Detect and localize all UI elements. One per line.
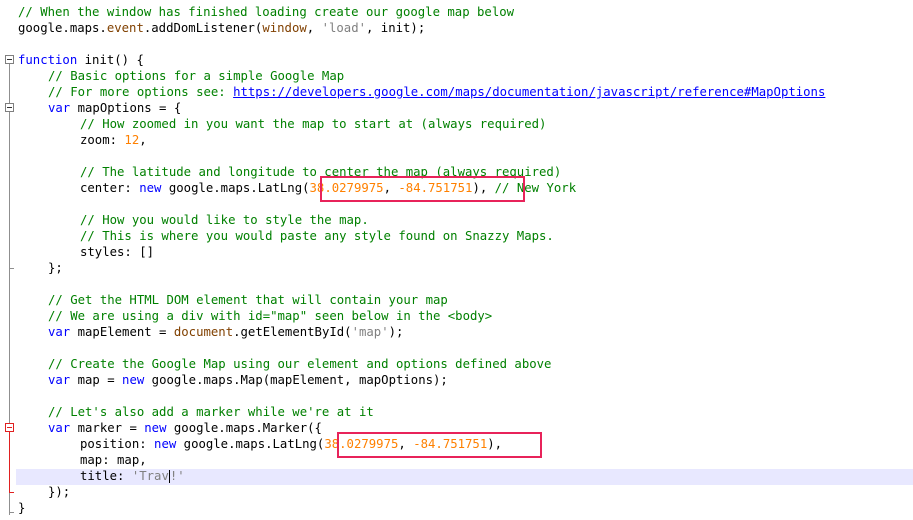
code-line: styles: [] — [80, 245, 155, 259]
fold-toggle-icon[interactable] — [5, 55, 14, 64]
coordinates-highlight-box — [337, 432, 542, 458]
code-line: } — [18, 501, 26, 515]
code-line: // Let's also add a marker while we're a… — [48, 405, 374, 419]
code-line: // Create the Google Map using our eleme… — [48, 357, 552, 371]
code-line: var mapOptions = { — [48, 101, 182, 115]
code-line: zoom: 12, — [80, 133, 147, 147]
code-line: // How you would like to style the map. — [80, 213, 369, 227]
code-line: var map = new google.maps.Map(mapElement… — [48, 373, 448, 387]
fold-toggle-icon[interactable] — [5, 423, 14, 432]
code-line: function init() { — [18, 53, 144, 67]
fold-end-marker — [9, 268, 14, 269]
code-line: google.maps.event.addDomListener(window,… — [18, 21, 426, 35]
code-line: // Get the HTML DOM element that will co… — [48, 293, 448, 307]
fold-end-marker — [9, 512, 14, 513]
code-line: // For more options see: https://develop… — [48, 85, 826, 99]
fold-end-marker — [9, 492, 14, 493]
documentation-link[interactable]: https://developers.google.com/maps/docum… — [233, 85, 825, 99]
code-line-current: title: 'Trav!' — [80, 469, 185, 483]
coordinates-highlight-box — [320, 176, 525, 202]
code-line: // When the window has finished loading … — [18, 5, 515, 19]
code-line: map: map, — [80, 453, 147, 467]
fold-guide-line — [9, 432, 10, 492]
fold-toggle-icon[interactable] — [5, 103, 14, 112]
code-line: }; — [48, 261, 63, 275]
code-line: // How zoomed in you want the map to sta… — [80, 117, 547, 131]
code-editor[interactable]: // When the window has finished loading … — [0, 0, 913, 520]
code-line: }); — [48, 485, 71, 499]
code-line: var marker = new google.maps.Marker({ — [48, 421, 322, 435]
code-line: // We are using a div with id="map" seen… — [48, 309, 493, 323]
code-line: // Basic options for a simple Google Map — [48, 69, 345, 83]
code-line: // This is where you would paste any sty… — [80, 229, 554, 243]
code-line: var mapElement = document.getElementById… — [48, 325, 404, 339]
